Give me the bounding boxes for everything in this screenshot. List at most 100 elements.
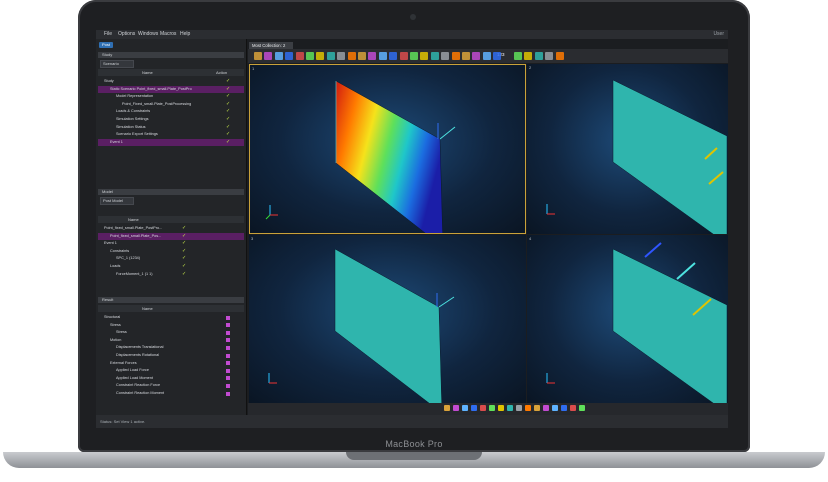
check-icon[interactable]: ✓	[182, 240, 186, 247]
toolbar-tool-icon[interactable]	[555, 52, 564, 60]
check-icon[interactable]: ✓	[182, 233, 186, 240]
toolbar-tool-icon[interactable]	[368, 52, 377, 60]
result-color-icon[interactable]	[226, 376, 230, 381]
bottom-tool-icon[interactable]	[570, 405, 576, 411]
check-icon[interactable]: ✓	[226, 139, 230, 146]
result-color-icon[interactable]	[226, 330, 230, 335]
viewport-2[interactable]: 2	[527, 64, 728, 234]
toolbar-tool-icon[interactable]	[430, 52, 439, 60]
study-row[interactable]: Simulation Settings ✓	[98, 116, 244, 123]
result-row[interactable]: Motion	[98, 337, 244, 344]
toolbar-tool-icon[interactable]	[316, 52, 325, 60]
toolbar-tool-icon[interactable]	[410, 52, 418, 60]
bottom-tool-icon[interactable]	[507, 405, 513, 411]
check-icon[interactable]: ✓	[182, 263, 186, 270]
bottom-tool-icon[interactable]	[498, 405, 504, 411]
result-color-icon[interactable]	[226, 323, 230, 328]
tab-collection[interactable]: Most Collection: 2	[249, 42, 293, 49]
study-row[interactable]: Point_Fixed_small.Plate_PostProcessing ✓	[98, 101, 244, 108]
model-row[interactable]: Constraints ✓	[98, 248, 244, 255]
result-row[interactable]: Stress	[98, 329, 244, 336]
result-row[interactable]: Stress	[98, 322, 244, 329]
result-row[interactable]: External Forces	[98, 360, 244, 367]
toolbar-tool-icon[interactable]	[326, 52, 335, 60]
viewport-3[interactable]: 3	[249, 235, 526, 403]
check-icon[interactable]: ✓	[226, 101, 230, 108]
study-row[interactable]: Study ✓	[98, 78, 244, 85]
model-row[interactable]: Event 1 ✓	[98, 240, 244, 247]
toolbar-tool-icon[interactable]	[524, 52, 533, 60]
model-row[interactable]: Point_fixed_small.Plate_Pos... ✓	[98, 232, 244, 240]
bottom-tool-icon[interactable]	[453, 405, 459, 411]
result-color-icon[interactable]	[226, 315, 230, 320]
toolbar-tool-icon[interactable]	[347, 52, 356, 60]
toolbar-tool-icon[interactable]	[358, 52, 366, 60]
bottom-tool-icon[interactable]	[444, 405, 450, 411]
result-row[interactable]: Constraint Reaction Moment	[98, 390, 244, 397]
check-icon[interactable]: ✓	[182, 248, 186, 255]
result-color-icon[interactable]	[226, 353, 230, 358]
bottom-tool-icon[interactable]	[561, 405, 567, 411]
menu-options[interactable]: Options	[118, 31, 135, 37]
menu-macros[interactable]: Macros	[160, 31, 176, 37]
check-icon[interactable]: ✓	[226, 78, 230, 85]
check-icon[interactable]: ✓	[226, 86, 230, 93]
study-row[interactable]: Static Scenario Point_fixed_small.Plate_…	[98, 85, 244, 93]
toolbar-tool-icon[interactable]	[534, 52, 543, 60]
toolbar-tool-icon[interactable]	[254, 52, 262, 60]
result-color-icon[interactable]	[226, 345, 230, 350]
result-row[interactable]: Applied Load Moment	[98, 375, 244, 382]
model-row[interactable]: ForceMoment_1 (1 1) ✓	[98, 271, 244, 278]
toolbar-tool-icon[interactable]	[451, 52, 460, 60]
result-color-icon[interactable]	[226, 368, 230, 373]
check-icon[interactable]: ✓	[226, 124, 230, 131]
bottom-tool-icon[interactable]	[480, 405, 486, 411]
result-section-header[interactable]: Result	[98, 297, 244, 303]
model-row[interactable]: Loads ✓	[98, 263, 244, 270]
study-row[interactable]: Event 1 ✓	[98, 138, 244, 146]
result-color-icon[interactable]	[226, 361, 230, 366]
toolbar-tool-icon[interactable]	[441, 52, 450, 60]
user-menu[interactable]: User	[713, 31, 724, 37]
tab-post[interactable]: Post	[99, 42, 113, 48]
toolbar-tool-icon[interactable]	[378, 52, 387, 60]
toolbar-tool-icon[interactable]	[514, 52, 522, 60]
bottom-tool-icon[interactable]	[489, 405, 495, 411]
toolbar-tool-icon[interactable]	[264, 52, 273, 60]
check-icon[interactable]: ✓	[226, 131, 230, 138]
study-row[interactable]: Simulation Status ✓	[98, 124, 244, 131]
toolbar-tool-icon[interactable]	[295, 52, 304, 60]
study-section-header[interactable]: Study	[98, 52, 244, 58]
menu-file[interactable]: File	[104, 31, 112, 37]
toolbar-tool-icon[interactable]	[545, 52, 554, 60]
result-row[interactable]: Constraint Reaction Force	[98, 382, 244, 389]
toolbar-tool-icon[interactable]	[493, 52, 502, 60]
toolbar-tool-icon[interactable]	[274, 52, 283, 60]
study-row[interactable]: Model Representation ✓	[98, 93, 244, 100]
result-color-icon[interactable]	[226, 391, 230, 396]
result-row[interactable]: Displacements Translational	[98, 344, 244, 351]
scenario-dropdown[interactable]: Scenario	[100, 60, 134, 68]
check-icon[interactable]: ✓	[182, 271, 186, 278]
model-row[interactable]: SPC_1 (1234) ✓	[98, 255, 244, 262]
toolbar-tool-icon[interactable]	[306, 52, 314, 60]
model-row[interactable]: Point_fixed_small.Plate_PostPro... ✓	[98, 225, 244, 232]
menu-help[interactable]: Help	[180, 31, 190, 37]
toolbar-tool-icon[interactable]	[482, 52, 491, 60]
toolbar-tool-icon[interactable]	[399, 52, 408, 60]
bottom-tool-icon[interactable]	[516, 405, 522, 411]
bottom-tool-icon[interactable]	[471, 405, 477, 411]
check-icon[interactable]: ✓	[226, 93, 230, 100]
model-section-header[interactable]: Model	[98, 189, 244, 195]
bottom-tool-icon[interactable]	[534, 405, 540, 411]
toolbar-tool-icon[interactable]	[285, 52, 294, 60]
check-icon[interactable]: ✓	[182, 255, 186, 262]
result-row[interactable]: Structural	[98, 314, 244, 321]
bottom-tool-icon[interactable]	[462, 405, 468, 411]
toolbar-tool-icon[interactable]	[420, 52, 429, 60]
check-icon[interactable]: ✓	[226, 108, 230, 115]
toolbar-tool-icon[interactable]	[389, 52, 398, 60]
menu-windows[interactable]: Windows	[138, 31, 158, 37]
result-color-icon[interactable]	[226, 383, 230, 388]
check-icon[interactable]: ✓	[182, 225, 186, 232]
